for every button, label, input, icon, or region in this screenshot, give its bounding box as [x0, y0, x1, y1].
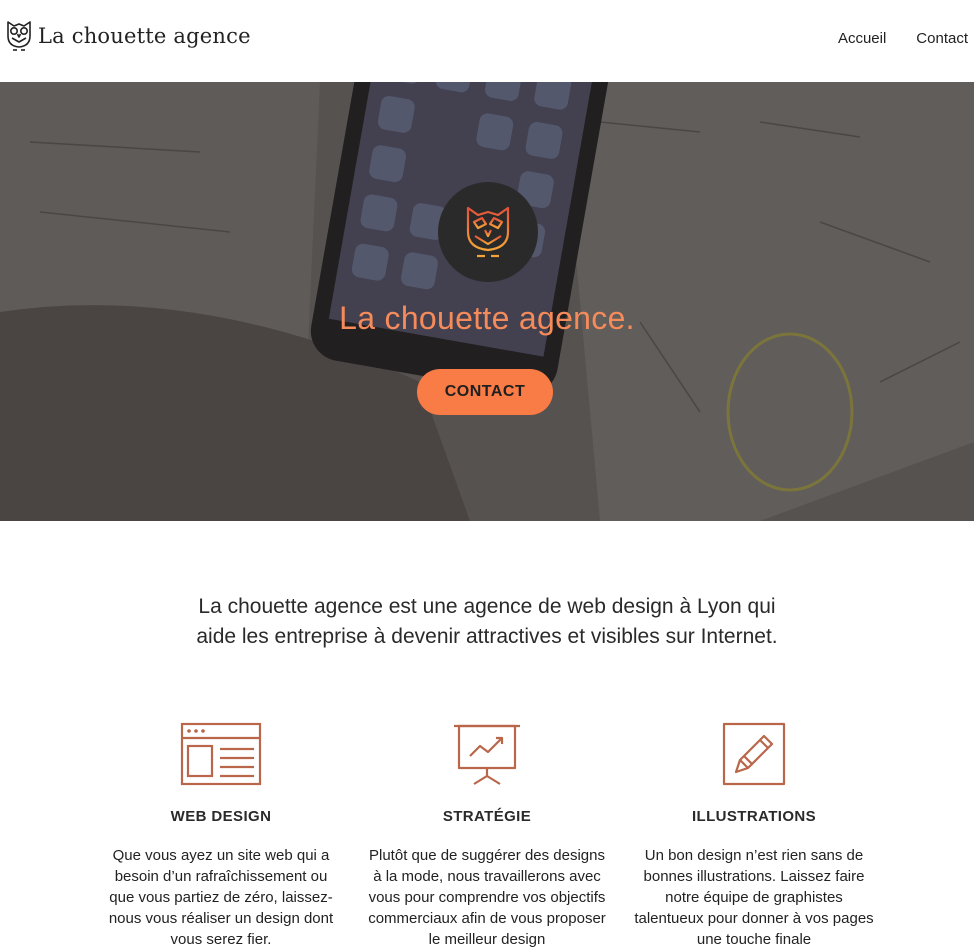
main-nav: Accueil Contact [808, 30, 968, 47]
owl-logo-icon [7, 21, 31, 51]
service-title: WEB DESIGN [170, 808, 272, 825]
service-web-design: WEB DESIGN Que vous ayez un site web qui… [101, 722, 341, 950]
brand-name: La chouette agence [38, 24, 251, 48]
service-illustrations: ILLUSTRATIONS Un bon design n’est rien s… [634, 722, 874, 950]
nav-link-contact[interactable]: Contact [916, 30, 968, 47]
contact-button[interactable]: CONTACT [417, 369, 553, 415]
service-title: ILLUSTRATIONS [691, 808, 817, 825]
brand-logo-link[interactable]: La chouette agence [4, 18, 251, 54]
hero-title: La chouette agence. [339, 300, 635, 336]
service-title: STRATÉGIE [442, 808, 532, 825]
service-description: Que vous ayez un site web qui a besoin d… [108, 847, 334, 948]
site-header: La chouette agence Accueil Contact [0, 0, 974, 82]
browser-window-icon [180, 722, 262, 786]
service-strategie: STRATÉGIE Plutôt que de suggérer des des… [367, 722, 607, 950]
intro-text: La chouette agence est une agence de web… [196, 595, 778, 648]
nav-link-accueil[interactable]: Accueil [838, 30, 886, 47]
service-description: Un bon design n’est rien sans de bonnes … [634, 847, 874, 948]
hero-section: La chouette agence. CONTACT [0, 82, 974, 521]
hero-owl-badge [438, 182, 538, 282]
presentation-chart-icon [454, 724, 520, 785]
owl-logo-icon [466, 206, 510, 258]
pencil-edit-icon [722, 722, 786, 786]
service-description: Plutôt que de suggérer des designs à la … [368, 847, 606, 948]
